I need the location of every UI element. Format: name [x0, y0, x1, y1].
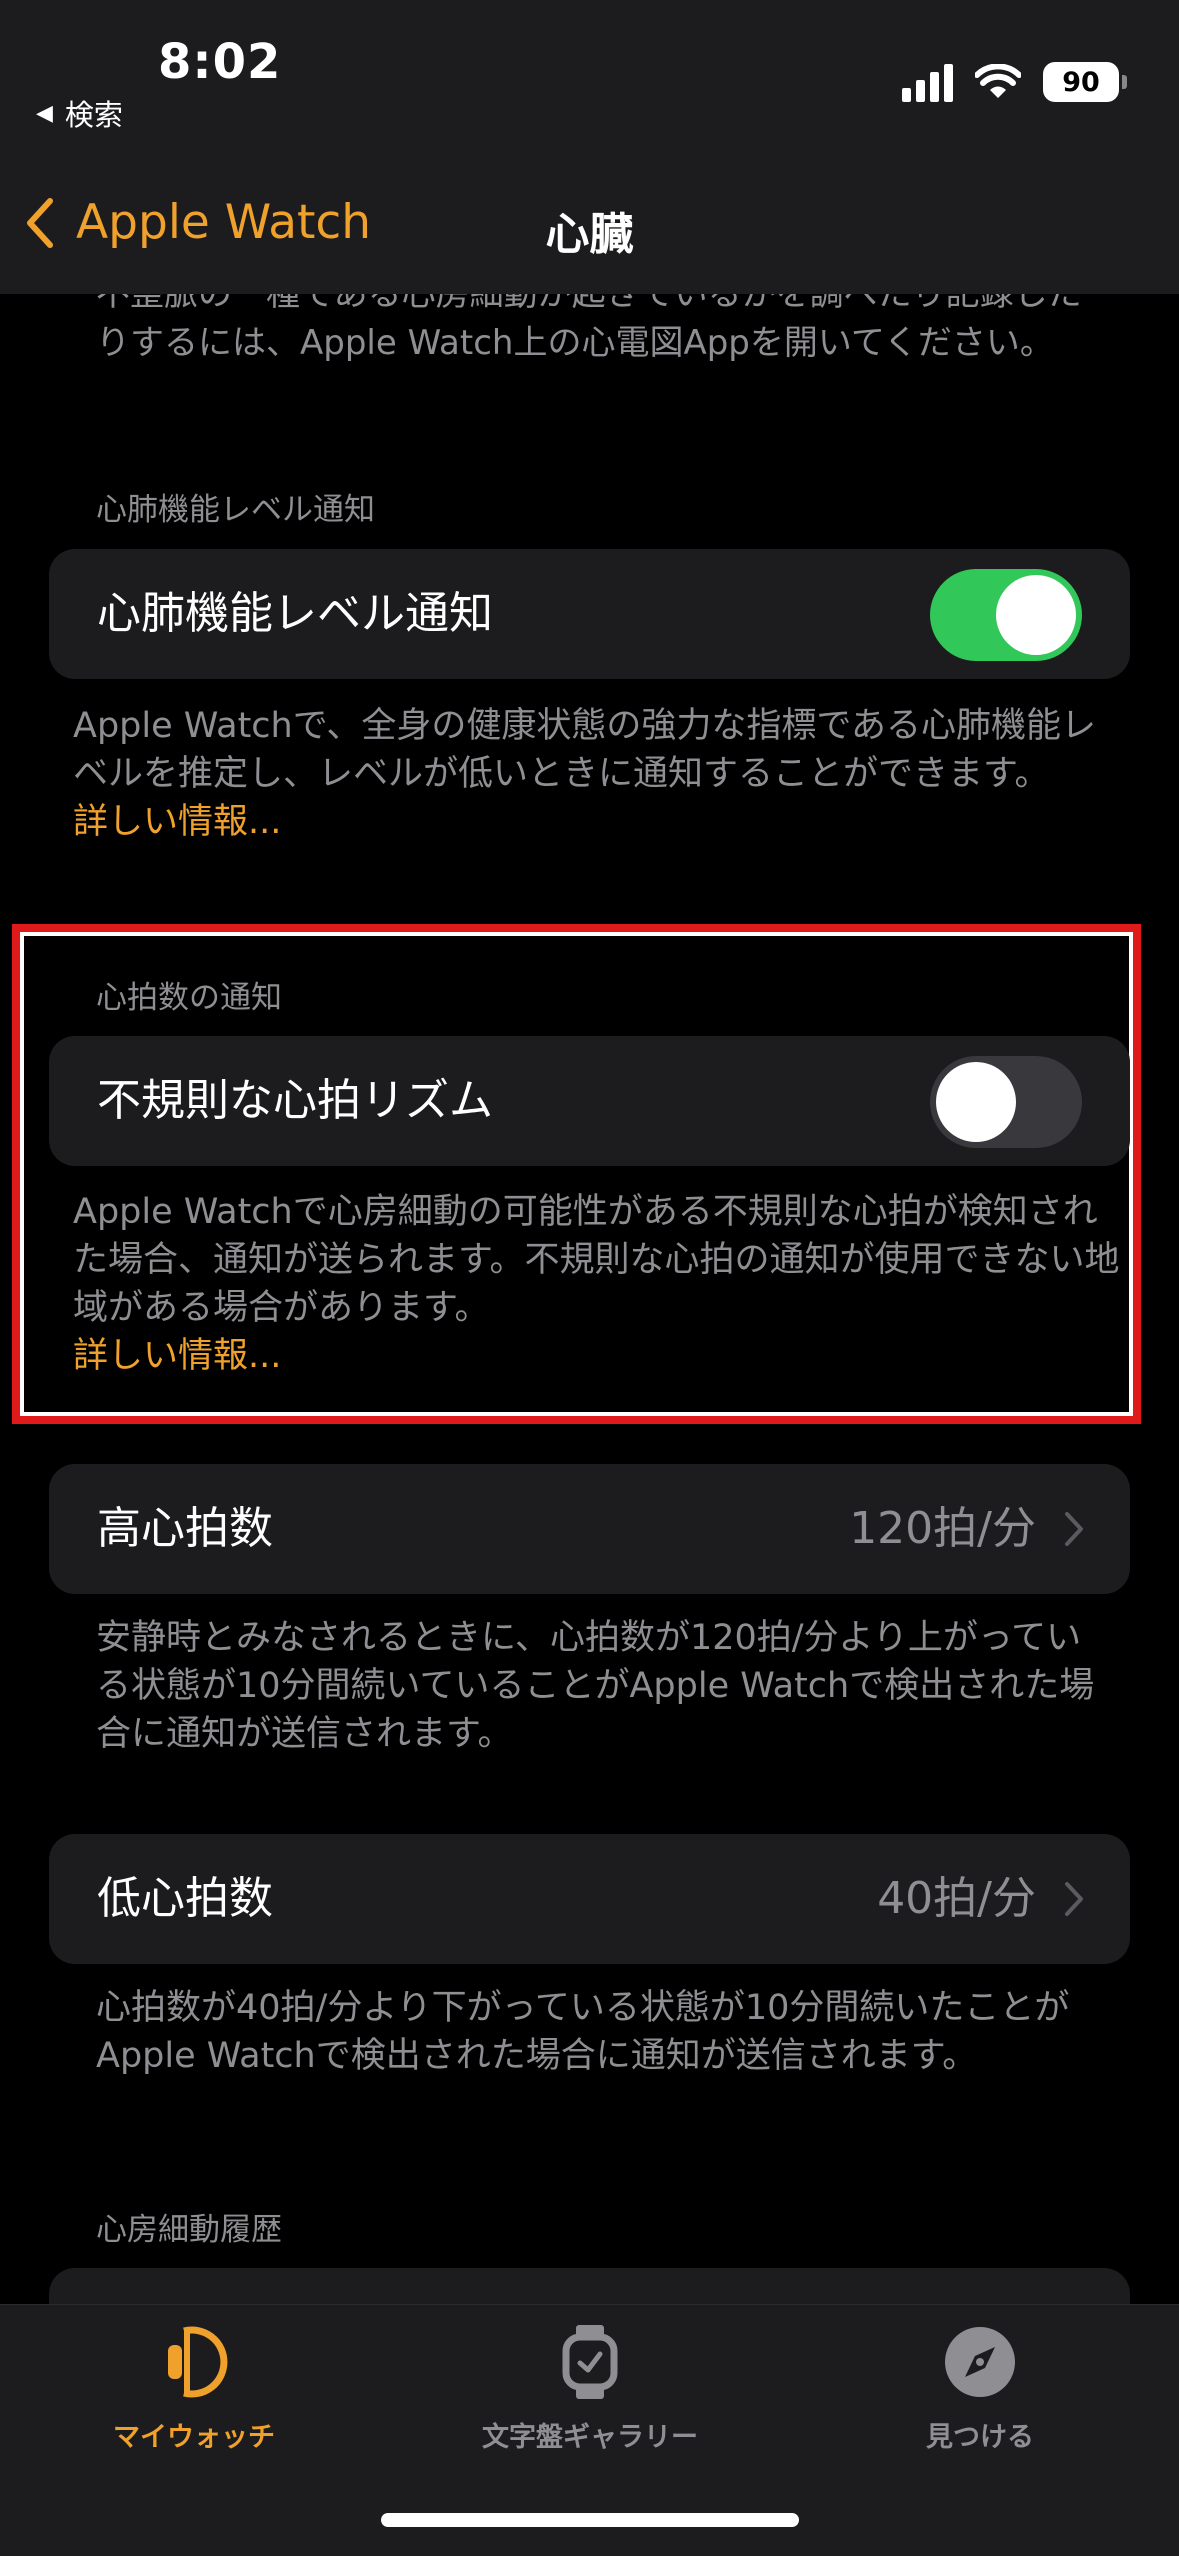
chevron-right-icon [1065, 1512, 1083, 1546]
irregular-rhythm-label: 不規則な心拍リズム [97, 1075, 493, 1126]
status-back-label: 検索 [64, 98, 123, 132]
tab-discover-label: 見つける [926, 2422, 1034, 2453]
tab-face-gallery-label: 文字盤ギャラリー [482, 2422, 698, 2453]
home-indicator[interactable] [381, 2513, 799, 2527]
cardio-footer: Apple Watchで、全身の健康状態の強力な指標である心肺機能レベルを推定し… [73, 702, 1123, 846]
ecg-description: 不整脈の一種である心房細動が起きているかを調べたり記録したりするには、Apple… [96, 294, 1082, 363]
watch-face-icon [562, 2325, 618, 2399]
cardio-notification-row[interactable]: 心肺機能レベル通知 [49, 549, 1130, 679]
cardio-footer-text: Apple Watchで、全身の健康状態の強力な指標である心肺機能レベルを推定し… [73, 706, 1096, 794]
wifi-icon [975, 64, 1021, 98]
compass-icon [945, 2327, 1015, 2397]
battery-icon: 90 [1043, 62, 1127, 102]
low-heart-rate-label: 低心拍数 [97, 1873, 273, 1924]
tab-my-watch-label: マイウォッチ [113, 2422, 275, 2453]
status-time: 8:02 [158, 34, 282, 90]
afib-history-header: 心房細動履歴 [96, 2212, 282, 2248]
chevron-right-icon [1065, 1882, 1083, 1916]
low-heart-rate-value: 40拍/分 [877, 1873, 1036, 1924]
watch-side-icon [168, 2326, 228, 2398]
tab-face-gallery[interactable]: 文字盤ギャラリー [440, 2323, 740, 2454]
cardio-section-header: 心肺機能レベル通知 [96, 492, 375, 528]
high-heart-rate-value: 120拍/分 [849, 1503, 1036, 1554]
low-heart-rate-footer: 心拍数が40拍/分より下がっている状態が10分間続いたことがApple Watc… [96, 1988, 1070, 2076]
status-icons: 90 [902, 62, 1127, 102]
irregular-rhythm-footer: Apple Watchで心房細動の可能性がある不規則な心拍が検知された場合、通知… [73, 1188, 1123, 1380]
high-heart-rate-row[interactable]: 高心拍数 120拍/分 [49, 1464, 1130, 1594]
status-back-link[interactable]: ◀ 検索 [36, 92, 123, 134]
tab-my-watch[interactable]: マイウォッチ [44, 2323, 344, 2454]
settings-content[interactable]: 不整脈の一種である心房細動が起きているかを調べたり記録したりするには、Apple… [0, 294, 1179, 2304]
header: 8:02 ◀ 検索 90 Apple Watch 心臓 [0, 0, 1179, 294]
low-heart-rate-row[interactable]: 低心拍数 40拍/分 [49, 1834, 1130, 1964]
cardio-more-link[interactable]: 詳しい情報... [73, 798, 1123, 846]
irregular-rhythm-row[interactable]: 不規則な心拍リズム [49, 1036, 1130, 1166]
cardio-notification-label: 心肺機能レベル通知 [97, 588, 493, 639]
cellular-signal-icon [902, 62, 953, 102]
back-triangle-icon: ◀ [36, 100, 53, 126]
high-heart-rate-label: 高心拍数 [97, 1503, 273, 1554]
irregular-rhythm-footer-text: Apple Watchで心房細動の可能性がある不規則な心拍が検知された場合、通知… [73, 1192, 1120, 1328]
heart-rate-section-header: 心拍数の通知 [96, 980, 282, 1016]
page-title: 心臓 [545, 209, 634, 260]
high-heart-rate-footer: 安静時とみなされるときに、心拍数が120拍/分より上がっている状態が10分間続い… [96, 1618, 1095, 1754]
battery-level: 90 [1062, 66, 1100, 98]
cardio-notification-toggle[interactable] [930, 569, 1082, 661]
tab-discover[interactable]: 見つける [830, 2323, 1130, 2454]
irregular-rhythm-toggle[interactable] [930, 1056, 1082, 1148]
irregular-rhythm-more-link[interactable]: 詳しい情報... [73, 1332, 1123, 1380]
afib-history-row[interactable] [49, 2268, 1130, 2304]
